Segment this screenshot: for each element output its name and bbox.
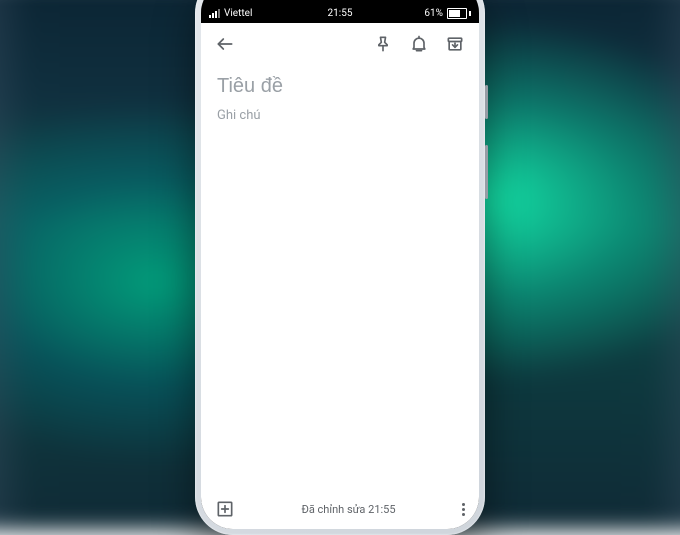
add-button[interactable] [207,491,243,527]
status-bar: Viettel 21:55 61% [201,3,479,23]
phone-screen: Viettel 21:55 61% [201,3,479,529]
overflow-menu-button[interactable] [454,503,473,516]
status-time: 21:55 [328,8,353,19]
phone-side-button [485,85,488,119]
battery-icon [447,8,471,19]
battery-percent: 61% [424,8,443,19]
signal-icon [209,9,220,18]
add-box-icon [215,499,235,519]
more-vert-icon [462,503,465,506]
note-editor [201,65,479,489]
archive-icon [445,34,465,54]
phone-frame: Viettel 21:55 61% [195,0,485,535]
back-button[interactable] [207,26,243,62]
edited-timestamp: Đã chỉnh sửa 21:55 [243,503,454,516]
note-title-input[interactable] [217,71,463,102]
reminder-bell-icon [409,34,429,54]
note-toolbar [201,23,479,65]
note-body-input[interactable] [217,102,463,434]
pin-icon [373,34,393,54]
pin-button[interactable] [365,26,401,62]
note-bottom-bar: Đã chỉnh sửa 21:55 [201,489,479,529]
back-arrow-icon [215,34,235,54]
phone-side-button [485,145,488,199]
archive-button[interactable] [437,26,473,62]
reminder-button[interactable] [401,26,437,62]
carrier-label: Viettel [224,8,252,19]
